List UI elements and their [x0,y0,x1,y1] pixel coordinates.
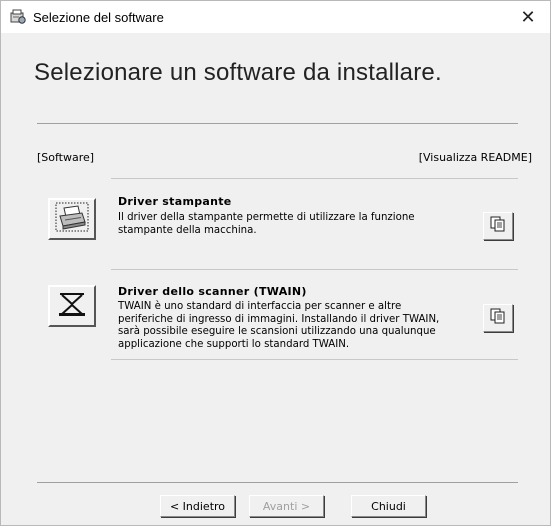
footer-divider [37,482,518,483]
software-section-label: [Software] [37,151,95,164]
close-icon: ✕ [520,6,536,27]
next-button[interactable]: Avanti > [249,495,324,517]
printer-readme-button[interactable] [483,212,513,240]
page-heading: Selezionare un software da installare. [34,59,442,86]
document-icon [489,307,507,329]
close-button[interactable]: Chiudi [351,495,426,517]
divider [111,359,518,360]
close-window-button[interactable]: ✕ [506,1,550,33]
document-icon [489,215,507,237]
printer-driver-title: Driver stampante [118,195,232,208]
scanner-driver-description: TWAIN è uno standard di interfaccia per … [118,301,439,351]
description-line: periferiche di ingresso di immagini. Ins… [118,313,440,325]
software-selection-window: Selezione del software ✕ Selezionare un … [0,0,551,526]
printer-icon [55,202,89,236]
readme-section-label: [Visualizza README] [418,151,532,164]
divider [111,269,518,270]
install-scanner-driver-button[interactable] [48,285,96,327]
description-line: TWAIN è uno standard di interfaccia per … [118,301,402,312]
description-line: sarà possibile eseguire le scansioni uti… [118,326,436,337]
divider [37,123,518,124]
description-line: applicazione che supporti lo standard TW… [118,338,350,350]
description-line: stampante della macchina. [118,224,257,236]
scanner-icon [56,290,88,322]
install-printer-driver-button[interactable] [48,198,96,240]
title-bar: Selezione del software ✕ [1,1,550,33]
software-setup-icon [9,8,27,26]
printer-driver-description: Il driver della stampante permette di ut… [118,212,415,237]
window-title: Selezione del software [33,9,164,25]
divider [111,178,518,179]
scanner-readme-button[interactable] [483,304,513,332]
scanner-driver-title: Driver dello scanner (TWAIN) [118,285,307,298]
description-line: Il driver della stampante permette di ut… [118,212,415,223]
back-button[interactable]: < Indietro [160,495,235,517]
